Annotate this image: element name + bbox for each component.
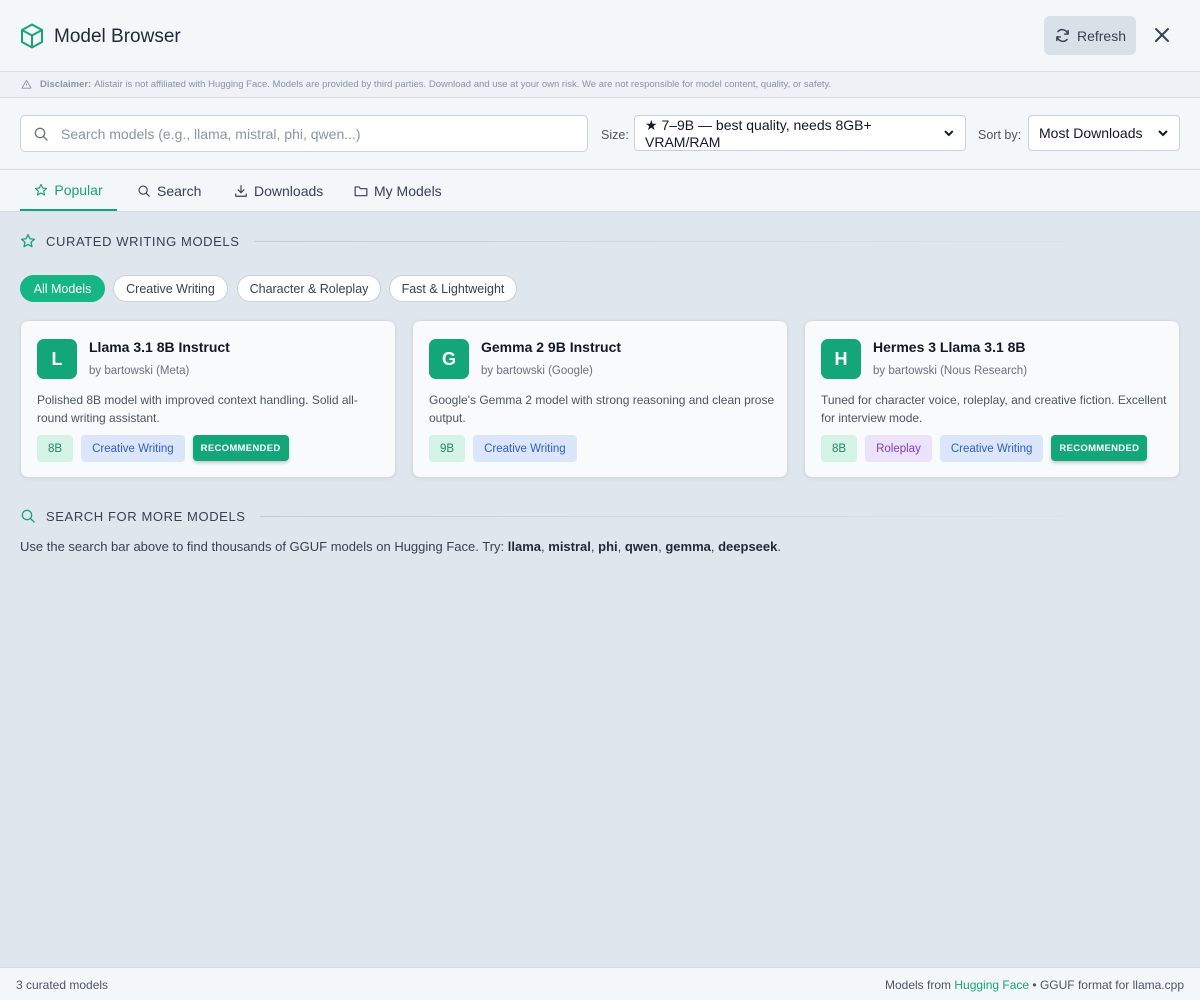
sort-select[interactable]: Most Downloads — [1028, 115, 1180, 151]
footer: 3 curated models Models from Hugging Fac… — [0, 967, 1200, 1000]
warning-icon — [21, 79, 32, 89]
example-term: qwen — [624, 539, 659, 554]
tab-search[interactable]: Search — [137, 170, 201, 211]
sort-label: Sort by: — [978, 128, 1022, 142]
search-icon — [21, 509, 35, 523]
model-avatar: H — [821, 339, 861, 379]
category-tag: Creative Writing — [473, 435, 577, 462]
tab-bar: Popular Search Downloads My Models — [0, 170, 1200, 212]
model-count: 3 curated models — [16, 978, 109, 992]
search-hint: Use the search bar above to find thousan… — [20, 539, 781, 554]
chevron-down-icon — [944, 130, 954, 137]
model-author: by bartowski (Meta) — [89, 365, 190, 377]
size-select[interactable]: ★ 7–9B — best quality, needs 8GB+ VRAM/R… — [634, 115, 966, 151]
filter-chip-fast-lightweight[interactable]: Fast & Lightweight — [389, 275, 517, 302]
model-name: Gemma 2 9B Instruct — [481, 339, 622, 355]
model-description: Google's Gemma 2 model with strong reaso… — [429, 393, 775, 425]
search-input[interactable] — [61, 116, 581, 151]
search-box — [20, 115, 588, 152]
example-term: llama — [507, 539, 542, 554]
section-divider — [253, 240, 1180, 242]
filter-chip-character-roleplay[interactable]: Character & Roleplay — [237, 275, 381, 302]
model-tags: 8B Creative Writing RECOMMENDED — [37, 435, 289, 462]
model-card[interactable]: H Hermes 3 Llama 3.1 8B by bartowski (No… — [804, 320, 1180, 478]
tab-search-label: Search — [157, 182, 202, 199]
recommended-badge: RECOMMENDED — [192, 435, 289, 461]
disclaimer-bar: Disclaimer: Alistair is not affiliated w… — [0, 72, 1200, 98]
refresh-button-label: Refresh — [1076, 27, 1127, 44]
hint-text: Use the search bar above to find thousan… — [20, 539, 505, 554]
more-section-header: SEARCH FOR MORE MODELS — [20, 508, 1180, 524]
size-select-value: ★ 7–9B — best quality, needs 8GB+ VRAM/R… — [645, 116, 872, 150]
search-icon — [138, 184, 150, 197]
folder-icon — [354, 185, 368, 196]
star-icon — [21, 234, 35, 248]
hugging-face-link[interactable]: Hugging Face — [954, 978, 1029, 992]
example-term: gemma — [665, 539, 711, 554]
recommended-badge: RECOMMENDED — [1051, 435, 1148, 461]
model-avatar: G — [429, 339, 469, 379]
example-term: phi — [598, 539, 618, 554]
tab-downloads[interactable]: Downloads — [234, 170, 323, 211]
refresh-icon — [1056, 29, 1069, 42]
tab-popular-label: Popular — [54, 181, 103, 198]
download-icon — [235, 184, 247, 197]
category-tag: Creative Writing — [939, 435, 1044, 462]
tab-downloads-label: Downloads — [254, 182, 324, 199]
model-card[interactable]: L Llama 3.1 8B Instruct by bartowski (Me… — [20, 320, 396, 478]
model-name: Llama 3.1 8B Instruct — [89, 339, 230, 355]
size-tag: 9B — [429, 435, 466, 462]
tab-my-models[interactable]: My Models — [354, 170, 442, 211]
footer-source: Models from Hugging Face • GGUF format f… — [885, 978, 1184, 992]
category-tag: Creative Writing — [81, 435, 185, 462]
model-author: by bartowski (Nous Research) — [873, 365, 1028, 377]
tab-my-models-label: My Models — [374, 182, 442, 199]
size-label: Size: — [601, 128, 629, 142]
chevron-down-icon — [1158, 130, 1168, 137]
disclaimer-label: Disclaimer: — [40, 79, 92, 90]
example-term: mistral — [548, 539, 591, 554]
size-tag: 8B — [821, 435, 858, 462]
search-toolbar: Size: ★ 7–9B — best quality, needs 8GB+ … — [0, 98, 1200, 170]
header: Model Browser Refresh — [0, 0, 1200, 72]
page-title: Model Browser — [54, 26, 181, 47]
cube-icon — [21, 23, 43, 49]
section-title: CURATED WRITING MODELS — [46, 233, 240, 249]
category-tag: Roleplay — [865, 435, 932, 462]
model-description: Tuned for character voice, roleplay, and… — [821, 393, 1167, 425]
model-name: Hermes 3 Llama 3.1 8B — [873, 339, 1026, 355]
filter-chip-all-models[interactable]: All Models — [20, 275, 105, 302]
close-icon — [1155, 28, 1169, 42]
section-divider — [259, 515, 1180, 517]
model-author: by bartowski (Google) — [481, 365, 593, 377]
source-suffix: • GGUF format for llama.cpp — [1032, 978, 1184, 992]
size-tag: 8B — [37, 435, 74, 462]
source-prefix: Models from — [884, 978, 952, 992]
model-avatar: L — [37, 339, 77, 379]
sort-select-value: Most Downloads — [1039, 125, 1143, 141]
disclaimer-text: Alistair is not affiliated with Hugging … — [94, 79, 832, 90]
refresh-button[interactable]: Refresh — [1044, 16, 1136, 55]
filter-chip-creative-writing[interactable]: Creative Writing — [113, 275, 228, 302]
tab-popular[interactable]: Popular — [20, 170, 117, 211]
search-icon — [34, 127, 48, 141]
star-icon — [35, 183, 48, 196]
model-description: Polished 8B model with improved context … — [37, 393, 358, 425]
model-card[interactable]: G Gemma 2 9B Instruct by bartowski (Goog… — [412, 320, 788, 478]
section-title: SEARCH FOR MORE MODELS — [46, 508, 246, 524]
example-term: deepseek — [718, 539, 778, 554]
curated-section-header: CURATED WRITING MODELS — [20, 233, 1180, 249]
model-tags: 8B Roleplay Creative Writing RECOMMENDED — [821, 435, 1148, 462]
close-button[interactable] — [1150, 23, 1174, 47]
model-tags: 9B Creative Writing — [429, 435, 577, 462]
